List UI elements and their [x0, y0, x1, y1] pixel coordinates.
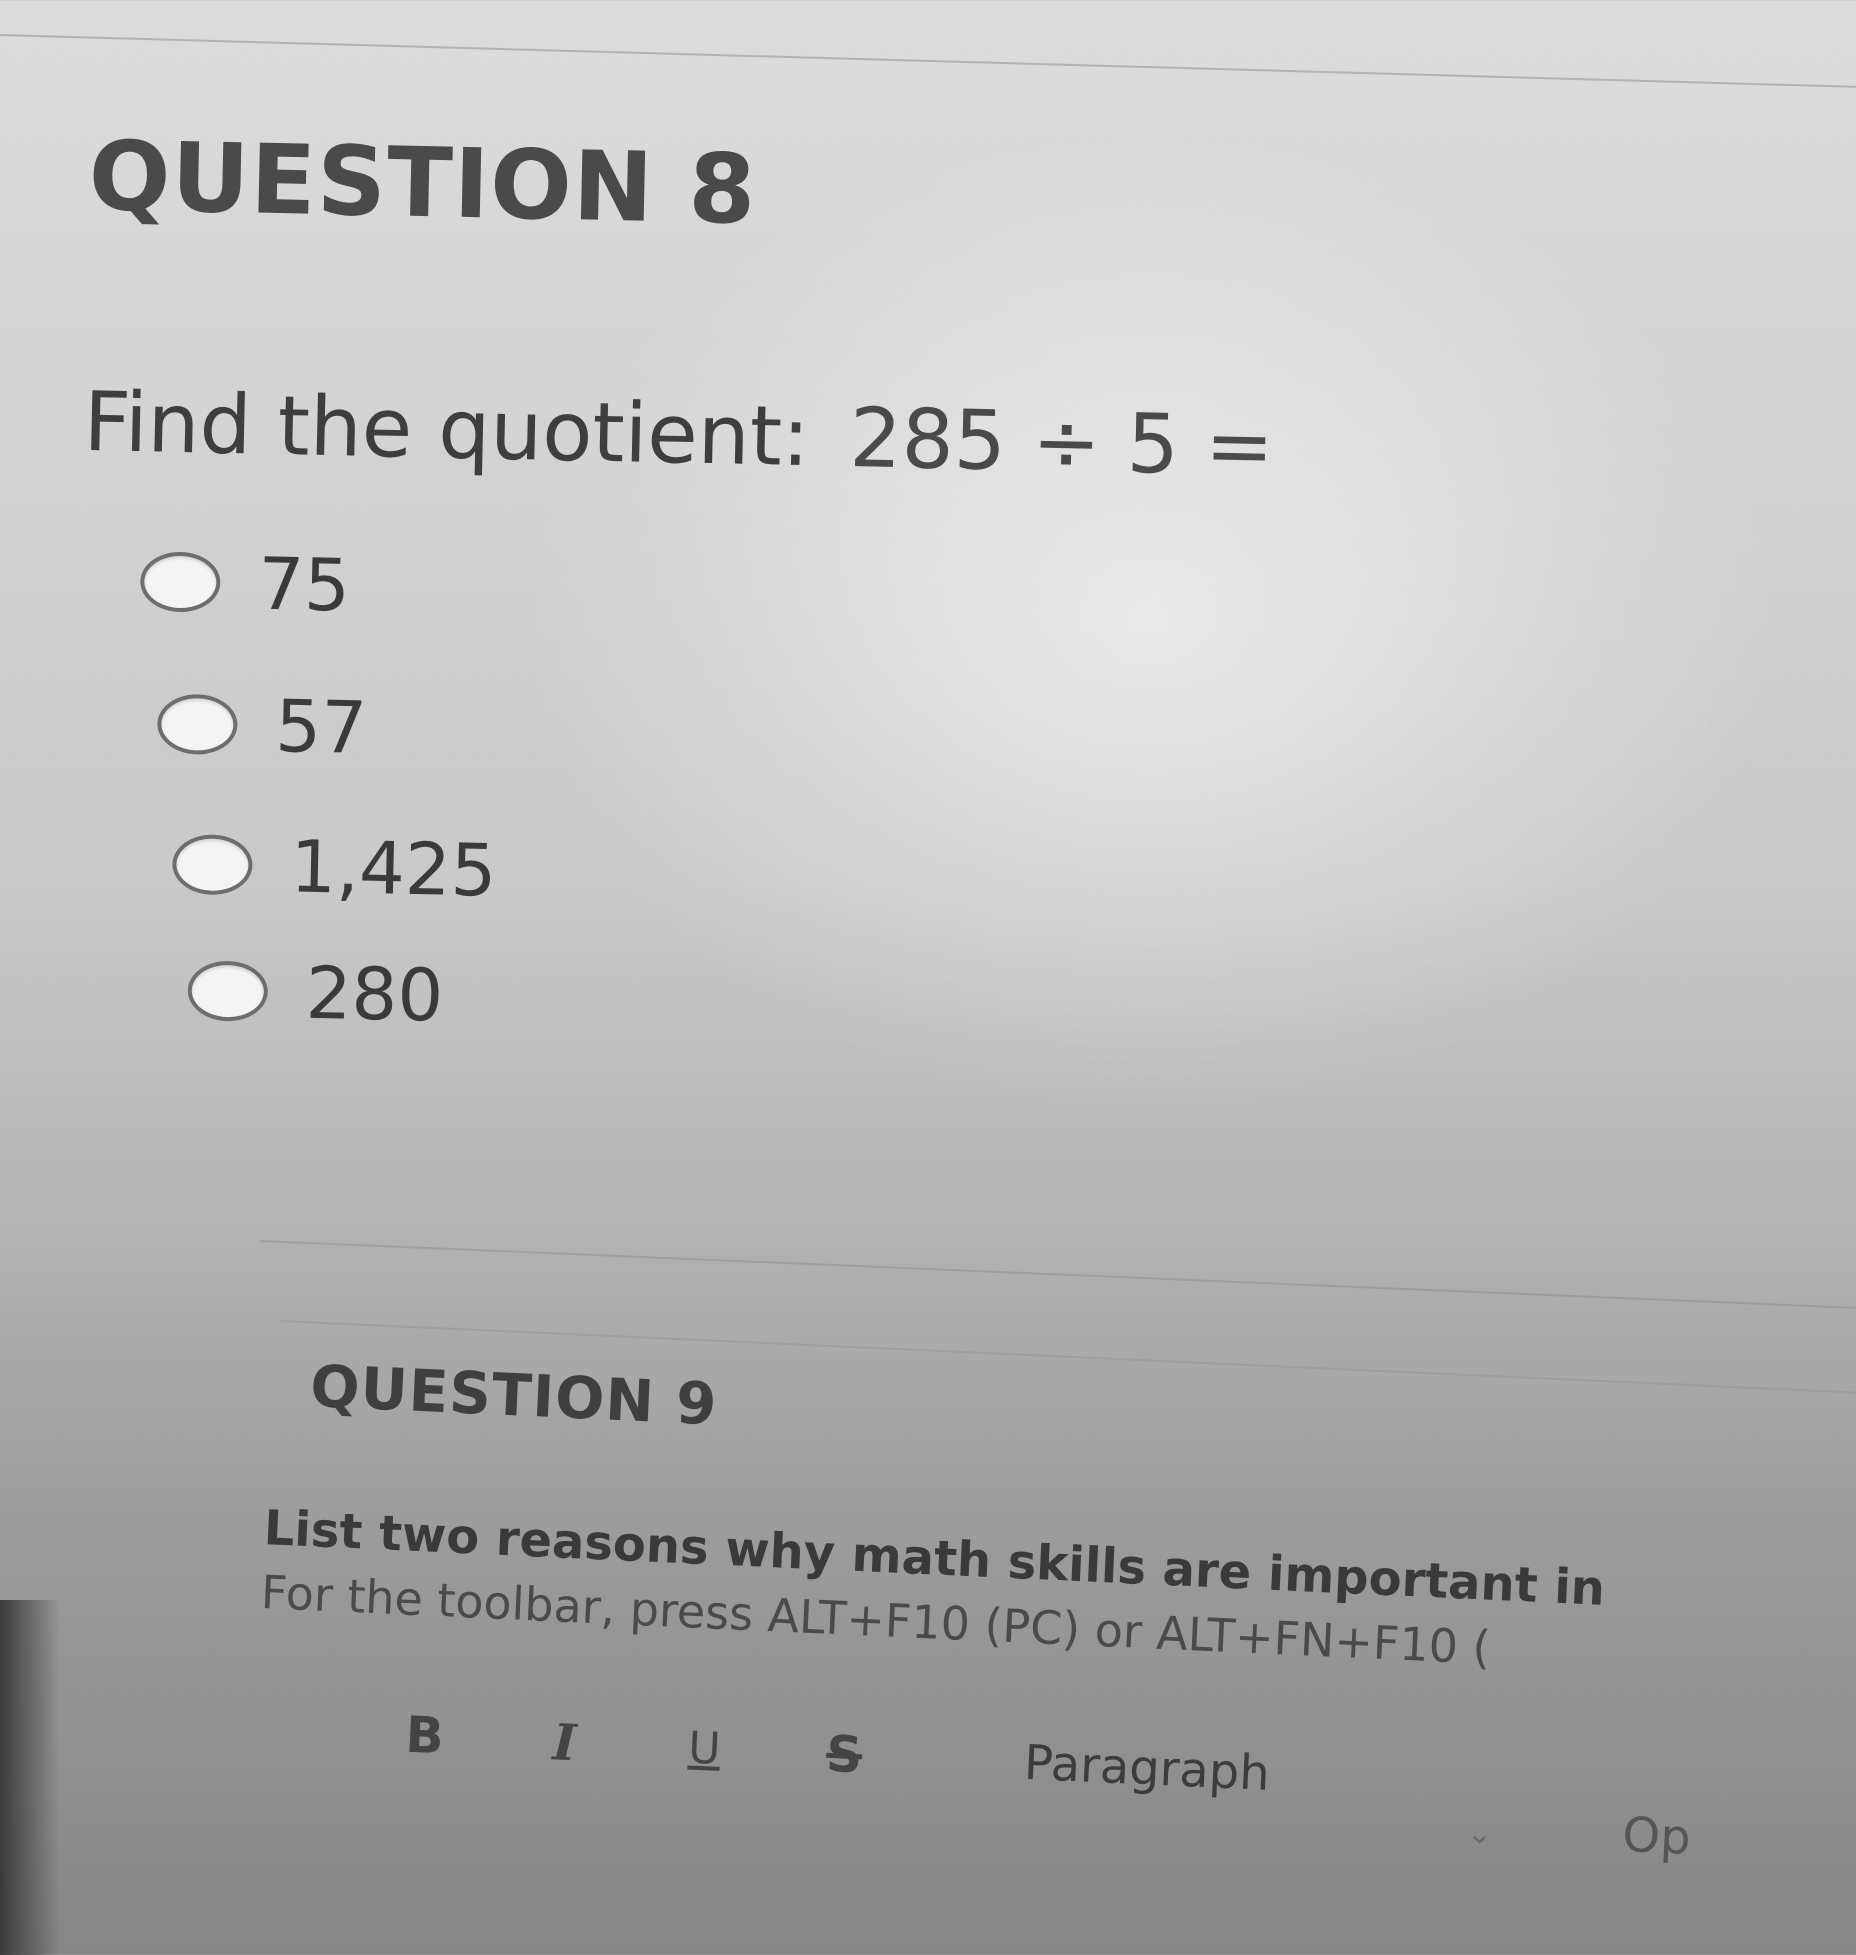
divider-question-separator	[259, 1240, 1856, 1310]
question-heading: QUESTION 8	[87, 120, 758, 246]
option-label: 75	[257, 541, 351, 628]
edge-shadow	[0, 1600, 60, 1955]
option-label: 57	[274, 684, 368, 770]
question-heading: QUESTION 9	[308, 1352, 719, 1439]
radio-button[interactable]	[139, 551, 221, 613]
option-label: 280	[304, 950, 445, 1038]
bold-button[interactable]: B	[353, 1703, 495, 1767]
question-8: QUESTION 8 Find the quotient: 285 ÷ 5 = 7…	[83, 120, 1275, 1038]
more-options-button[interactable]: Op	[1621, 1807, 1692, 1866]
italic-button[interactable]: I	[493, 1709, 636, 1774]
answer-option[interactable]: 280	[187, 948, 445, 1038]
prompt-text: Find the quotient:	[82, 374, 811, 486]
prompt-expression: 285 ÷ 5 =	[848, 390, 1275, 495]
answer-option[interactable]: 75	[139, 539, 351, 628]
question-prompt: Find the quotient: 285 ÷ 5 =	[83, 375, 1275, 495]
underline-button[interactable]: U	[633, 1720, 775, 1777]
answer-option[interactable]: 1,425	[171, 822, 498, 913]
chevron-down-icon: ⌄	[1466, 1815, 1494, 1853]
strikethrough-button[interactable]: S	[773, 1722, 915, 1786]
radio-button[interactable]	[187, 960, 269, 1022]
divider-top	[0, 34, 1856, 89]
paragraph-format-dropdown[interactable]: Paragraph ⌄	[1022, 1734, 1496, 1852]
editor-toolbar: B I U S Paragraph ⌄ Op	[351, 1659, 1695, 1866]
radio-button[interactable]	[156, 693, 238, 756]
radio-button[interactable]	[171, 833, 254, 896]
question-9: QUESTION 9 List two reasons why math ski…	[260, 1352, 1692, 1866]
paragraph-label: Paragraph	[1022, 1734, 1271, 1802]
answer-option[interactable]: 57	[156, 682, 368, 770]
option-label: 1,425	[289, 824, 498, 913]
